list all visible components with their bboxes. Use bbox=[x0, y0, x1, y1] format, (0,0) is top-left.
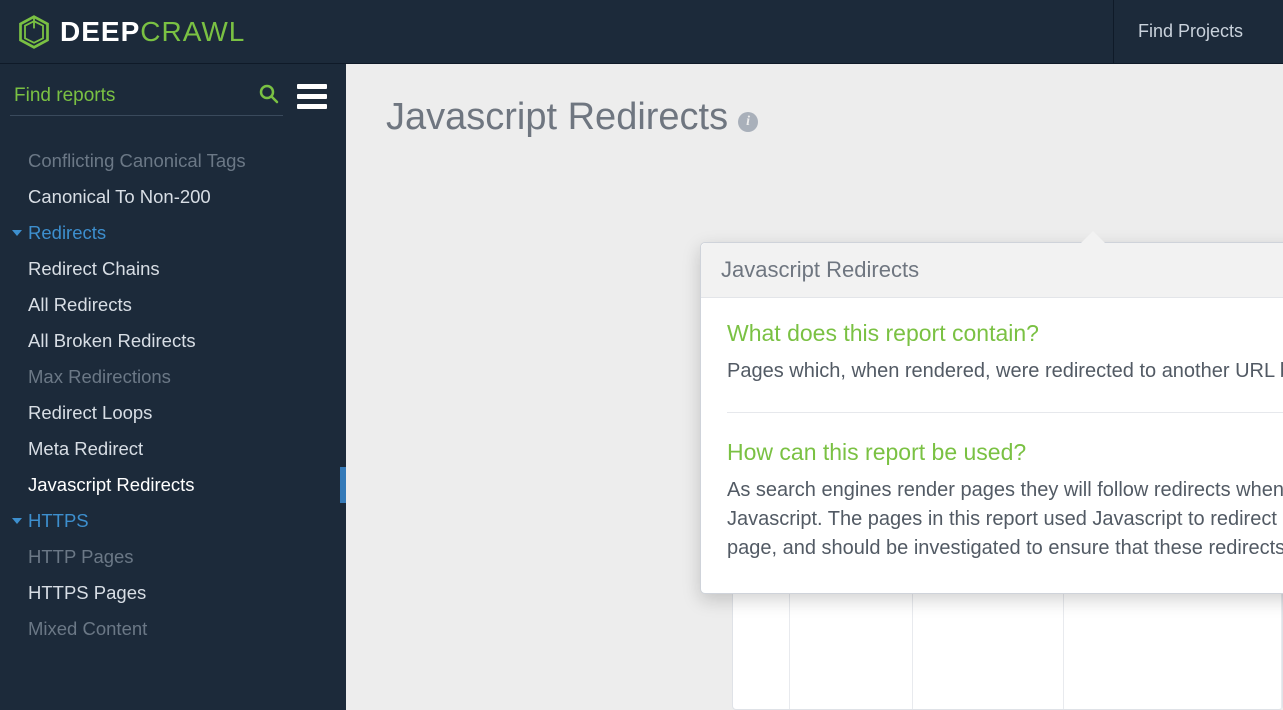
chevron-down-icon bbox=[12, 518, 22, 524]
nav-group-label: HTTPS bbox=[28, 510, 89, 532]
nav-item[interactable]: All Redirects bbox=[0, 287, 346, 323]
logo[interactable]: DEEPCRAWL bbox=[16, 14, 245, 50]
nav-item[interactable]: Max Redirections bbox=[0, 359, 346, 395]
nav-item[interactable]: HTTP Pages bbox=[0, 539, 346, 575]
logo-icon bbox=[16, 14, 52, 50]
divider bbox=[727, 412, 1283, 413]
info-popover: Javascript Redirects What does this repo… bbox=[700, 242, 1283, 594]
nav-item[interactable]: Javascript Redirects bbox=[0, 467, 346, 503]
answer-use: As search engines render pages they will… bbox=[727, 476, 1283, 563]
page-title-row: Javascript Redirects i bbox=[386, 96, 1283, 139]
sidebar: Conflicting Canonical TagsCanonical To N… bbox=[0, 64, 346, 710]
nav-item[interactable]: Redirect Loops bbox=[0, 395, 346, 431]
app-header: DEEPCRAWL Find Projects bbox=[0, 0, 1283, 64]
nav-item[interactable]: All Broken Redirects bbox=[0, 323, 346, 359]
find-projects-link[interactable]: Find Projects bbox=[1138, 21, 1243, 42]
nav-item[interactable]: Mixed Content bbox=[0, 611, 346, 647]
search-input[interactable] bbox=[14, 85, 259, 107]
nav-item[interactable]: HTTPS Pages bbox=[0, 575, 346, 611]
nav-group-label: Redirects bbox=[28, 222, 106, 244]
logo-text: DEEPCRAWL bbox=[60, 16, 245, 48]
sidebar-top bbox=[0, 64, 346, 127]
chevron-down-icon bbox=[12, 230, 22, 236]
question-contains: What does this report contain? bbox=[727, 320, 1283, 347]
nav-item[interactable]: Conflicting Canonical Tags bbox=[0, 143, 346, 179]
nav-group[interactable]: Redirects bbox=[0, 215, 346, 251]
main-content: Javascript Redirects i RIPT REDIRECTS Ja… bbox=[346, 64, 1283, 710]
question-use: How can this report be used? bbox=[727, 439, 1283, 466]
popover-pointer bbox=[1081, 231, 1105, 243]
info-icon[interactable]: i bbox=[738, 112, 758, 132]
page-title: Javascript Redirects bbox=[386, 96, 728, 139]
popover-title: Javascript Redirects bbox=[701, 243, 1283, 298]
header-right: Find Projects bbox=[1113, 0, 1267, 63]
nav-group[interactable]: HTTPS bbox=[0, 503, 346, 539]
search-icon[interactable] bbox=[259, 84, 279, 109]
nav-item[interactable]: Canonical To Non-200 bbox=[0, 179, 346, 215]
nav-list: Conflicting Canonical TagsCanonical To N… bbox=[0, 127, 346, 647]
nav-item[interactable]: Redirect Chains bbox=[0, 251, 346, 287]
answer-contains: Pages which, when rendered, were redirec… bbox=[727, 357, 1283, 386]
nav-item[interactable]: Meta Redirect bbox=[0, 431, 346, 467]
find-reports-wrap bbox=[10, 78, 283, 116]
hamburger-icon[interactable] bbox=[293, 76, 331, 117]
